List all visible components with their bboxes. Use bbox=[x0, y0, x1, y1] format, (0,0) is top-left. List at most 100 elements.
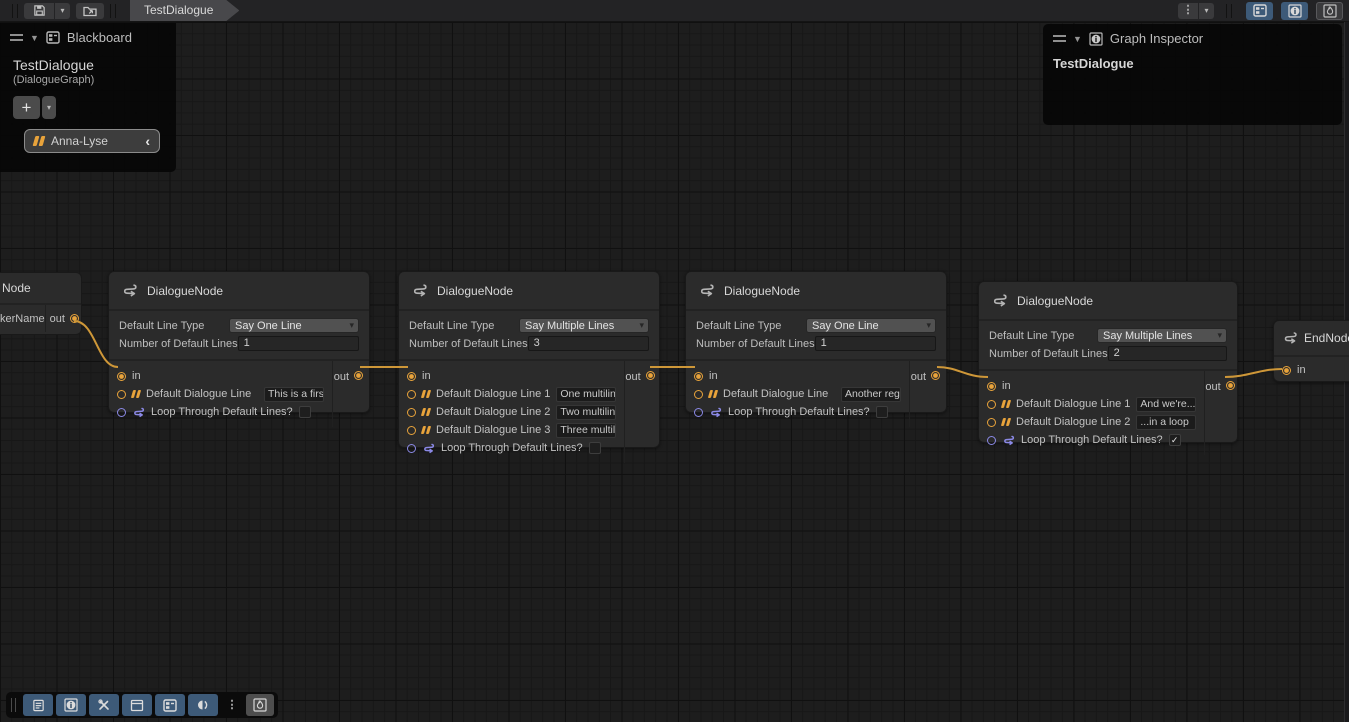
line-type-dropdown[interactable]: Say Multiple Lines ▾ bbox=[1097, 328, 1227, 343]
in-port[interactable] bbox=[117, 372, 126, 381]
dialogue-line-field[interactable]: Three multilin bbox=[556, 423, 616, 438]
drag-handle-icon[interactable] bbox=[10, 34, 23, 41]
loop-port[interactable] bbox=[694, 408, 703, 417]
in-port-label: in bbox=[132, 370, 141, 382]
out-port-label: out bbox=[1205, 381, 1220, 393]
overflow-dropdown-button[interactable]: ▾ bbox=[1199, 3, 1214, 19]
toolbar-drag-handle[interactable] bbox=[11, 698, 16, 712]
speaker-node-partial[interactable]: Node kerName out bbox=[0, 272, 82, 335]
dialogue-line-field[interactable]: ...in a loop bbox=[1136, 415, 1196, 430]
toggle-console-button[interactable] bbox=[23, 694, 53, 716]
out-port[interactable] bbox=[646, 371, 655, 380]
blackboard-panel: ▼ Blackboard TestDialogue (DialogueGraph… bbox=[0, 23, 176, 172]
line-type-dropdown[interactable]: Say One Line ▾ bbox=[806, 318, 936, 333]
out-port[interactable] bbox=[931, 371, 940, 380]
out-port-label: out bbox=[625, 371, 640, 383]
toggle-preview-button[interactable] bbox=[1316, 2, 1343, 20]
collapse-chevron-icon[interactable]: ‹ bbox=[145, 134, 150, 148]
dialogue-line-field[interactable]: Two multiline bbox=[556, 405, 616, 420]
dialogue-line-port[interactable] bbox=[407, 390, 416, 399]
blackboard-icon bbox=[1253, 4, 1267, 17]
dialogue-line-field[interactable]: This is a first bbox=[264, 387, 324, 402]
node-title: DialogueNode bbox=[147, 284, 223, 298]
loop-checkbox[interactable] bbox=[876, 406, 888, 418]
toggle-inspector-button[interactable] bbox=[1281, 2, 1308, 20]
open-asset-button[interactable] bbox=[76, 3, 104, 19]
toggle-blackboard-button[interactable] bbox=[1246, 2, 1273, 20]
dialogue-line-field[interactable]: One multiline bbox=[556, 387, 616, 402]
dropdown-arrow-icon: ▾ bbox=[926, 321, 931, 330]
blackboard-icon bbox=[46, 31, 60, 44]
num-lines-label: Number of Default Lines bbox=[696, 338, 815, 350]
in-port[interactable] bbox=[987, 382, 996, 391]
quote-icon bbox=[422, 390, 430, 398]
dialogue-flow-icon bbox=[411, 282, 428, 299]
node-title: DialogueNode bbox=[1017, 294, 1093, 308]
dialogue-line-label: Default Dialogue Line 2 bbox=[436, 406, 550, 418]
dialogue-line-label: Default Dialogue Line 1 bbox=[436, 388, 550, 400]
in-port[interactable] bbox=[694, 372, 703, 381]
save-dropdown-button[interactable]: ▾ bbox=[55, 3, 70, 19]
loop-port[interactable] bbox=[987, 436, 996, 445]
dialogue-node-2[interactable]: DialogueNode Default Line Type Say Multi… bbox=[398, 271, 660, 448]
overflow-menu-button[interactable]: ⋮ bbox=[1178, 3, 1198, 19]
toggle-tools-button[interactable] bbox=[89, 694, 119, 716]
loop-port[interactable] bbox=[407, 444, 416, 453]
loop-port[interactable] bbox=[117, 408, 126, 417]
node-header: EndNode bbox=[1274, 321, 1349, 357]
add-variable-button[interactable]: + bbox=[13, 96, 40, 119]
dialogue-line-port[interactable] bbox=[117, 390, 126, 399]
line-type-dropdown[interactable]: Say One Line ▾ bbox=[229, 318, 359, 333]
tab-testdialogue[interactable]: TestDialogue bbox=[130, 0, 239, 21]
toolbar-drag-handle[interactable] bbox=[12, 4, 18, 18]
line-type-label: Default Line Type bbox=[119, 320, 229, 332]
collapse-arrow-icon[interactable]: ▼ bbox=[1073, 34, 1082, 44]
dialogue-node-4[interactable]: DialogueNode Default Line Type Say Multi… bbox=[978, 281, 1238, 443]
overflow-menu-button[interactable]: ⋮ bbox=[221, 694, 243, 716]
dialogue-line-port[interactable] bbox=[694, 390, 703, 399]
loop-checkbox[interactable] bbox=[589, 442, 601, 454]
add-variable-dropdown[interactable]: ▾ bbox=[42, 96, 56, 119]
dropdown-arrow-icon: ▾ bbox=[349, 321, 354, 330]
num-lines-input[interactable]: 2 bbox=[1108, 346, 1227, 361]
line-type-dropdown[interactable]: Say Multiple Lines ▾ bbox=[519, 318, 649, 333]
node-title: DialogueNode bbox=[437, 284, 513, 298]
inspector-header[interactable]: ▼ Graph Inspector bbox=[1043, 24, 1342, 50]
drag-handle-icon[interactable] bbox=[1053, 35, 1066, 42]
num-lines-input[interactable]: 1 bbox=[815, 336, 936, 351]
blackboard-variable[interactable]: Anna-Lyse ‹ bbox=[24, 129, 160, 153]
toggle-preview-button[interactable] bbox=[246, 694, 274, 716]
info-icon bbox=[1288, 4, 1302, 18]
in-port[interactable] bbox=[1282, 366, 1291, 375]
dialogue-line-field[interactable]: And we're... bbox=[1136, 397, 1196, 412]
in-port[interactable] bbox=[407, 372, 416, 381]
save-button[interactable] bbox=[24, 3, 54, 19]
toggle-window-button[interactable] bbox=[122, 694, 152, 716]
out-port[interactable] bbox=[70, 314, 79, 323]
collapse-arrow-icon[interactable]: ▼ bbox=[30, 33, 39, 43]
out-port[interactable] bbox=[1226, 381, 1235, 390]
num-lines-input[interactable]: 1 bbox=[238, 336, 359, 351]
quote-icon bbox=[34, 136, 44, 146]
dialogue-node-1[interactable]: DialogueNode Default Line Type Say One L… bbox=[108, 271, 370, 413]
out-port[interactable] bbox=[354, 371, 363, 380]
toggle-info-button[interactable] bbox=[56, 694, 86, 716]
dropdown-value: Say One Line bbox=[812, 320, 926, 332]
out-port-label: out bbox=[50, 313, 65, 325]
toggle-blackboard-button[interactable] bbox=[155, 694, 185, 716]
dialogue-line-port[interactable] bbox=[987, 400, 996, 409]
loop-checkbox[interactable]: ✓ bbox=[1169, 434, 1181, 446]
dialogue-line-field[interactable]: Another regu bbox=[841, 387, 901, 402]
toggle-minimap-button[interactable] bbox=[188, 694, 218, 716]
blackboard-header[interactable]: ▼ Blackboard bbox=[0, 23, 176, 49]
dialogue-line-port[interactable] bbox=[407, 408, 416, 417]
dialogue-flow-icon bbox=[991, 292, 1008, 309]
num-lines-input[interactable]: 3 bbox=[528, 336, 649, 351]
dialogue-node-3[interactable]: DialogueNode Default Line Type Say One L… bbox=[685, 271, 947, 413]
dialogue-line-port[interactable] bbox=[987, 418, 996, 427]
dialogue-line-port[interactable] bbox=[407, 426, 416, 435]
graph-name: TestDialogue bbox=[0, 49, 176, 73]
loop-icon bbox=[422, 442, 435, 455]
loop-checkbox[interactable] bbox=[299, 406, 311, 418]
end-node[interactable]: EndNode in bbox=[1273, 320, 1349, 382]
